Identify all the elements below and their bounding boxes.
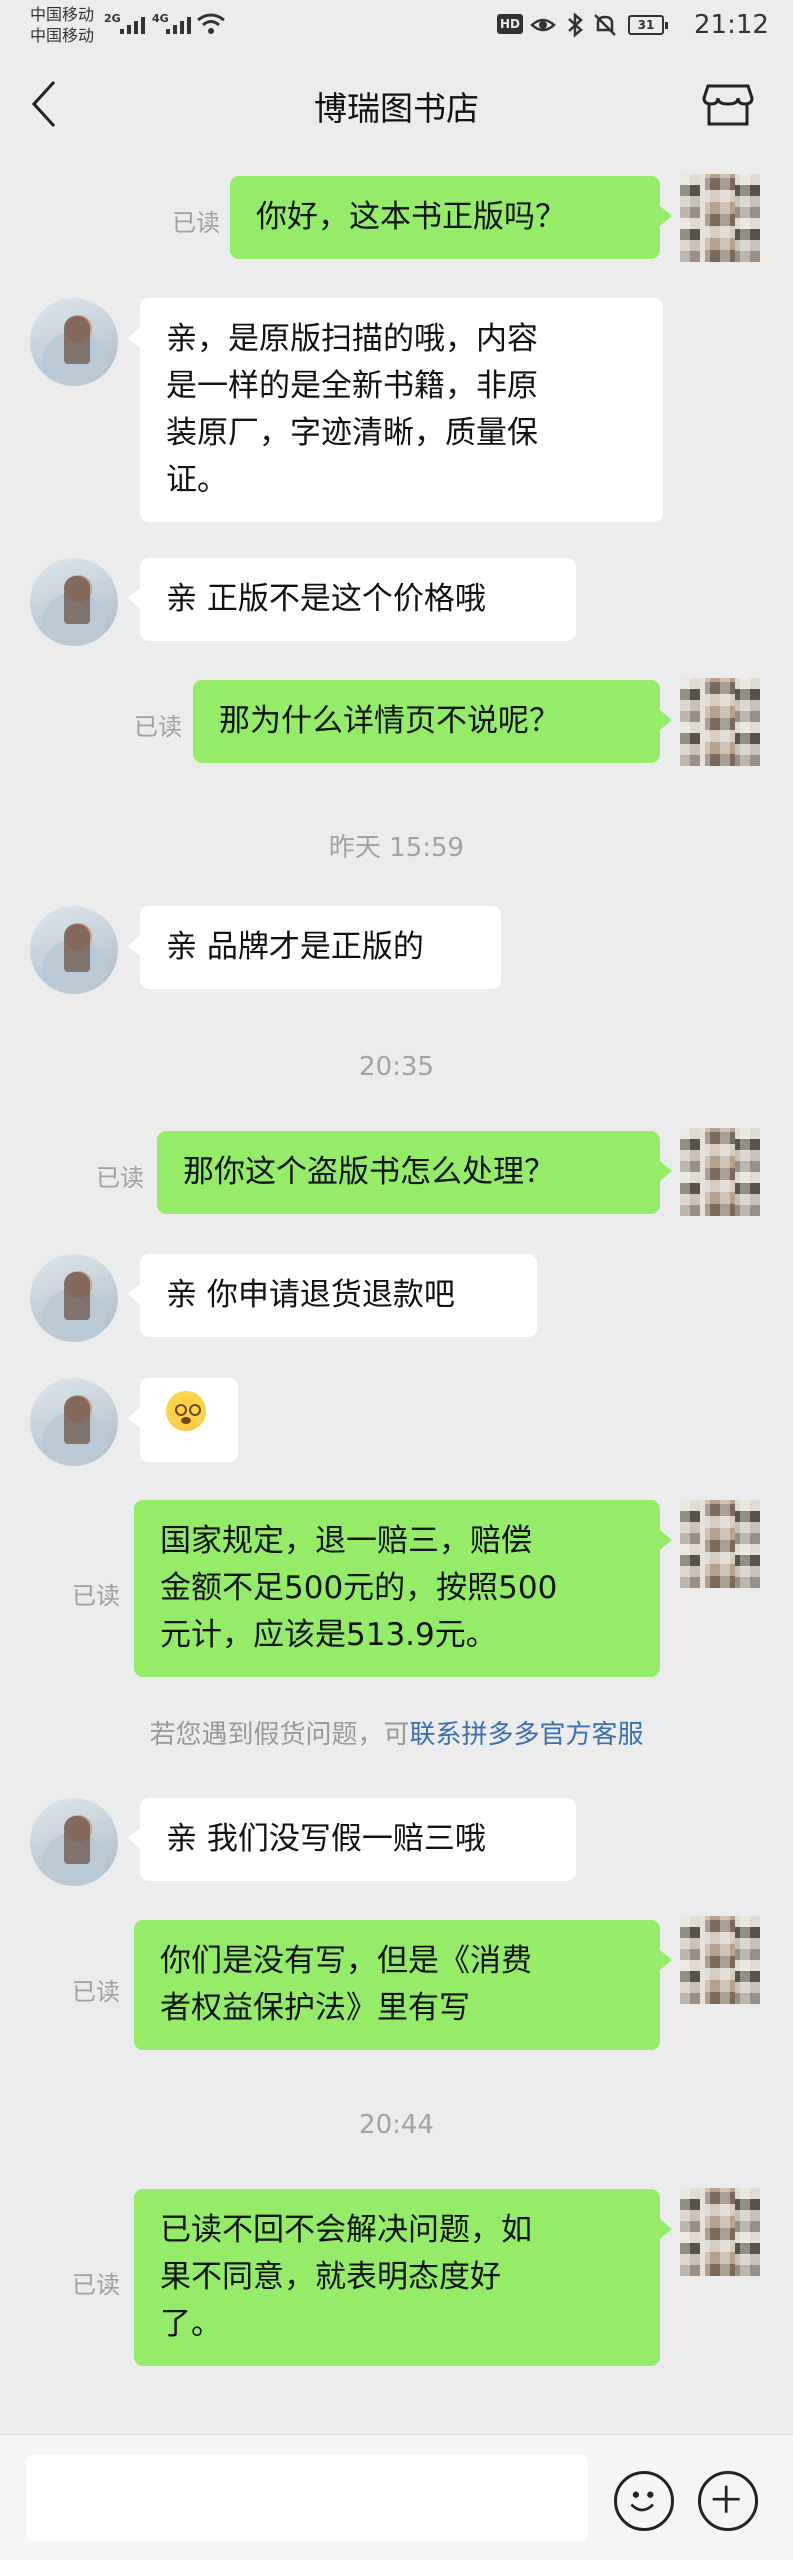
message-text: 国家规定，退一赔三，赔偿	[160, 1523, 532, 1559]
message-text: 证。	[166, 462, 228, 498]
message-text: 果不同意，就表明态度好	[160, 2259, 501, 2295]
carrier-1: 中国移动	[30, 5, 95, 24]
carrier-labels: 中国移动 中国移动	[30, 4, 94, 46]
message-text: 金额不足500元的，按照500	[160, 1570, 558, 1606]
signal-icon-1	[120, 16, 145, 34]
shop-avatar[interactable]	[30, 558, 118, 646]
incoming-message[interactable]: 亲 品牌才是正版的	[128, 906, 501, 989]
read-receipt: 已读	[72, 1582, 120, 1610]
bluetooth-icon	[568, 12, 583, 38]
input-bar	[0, 2434, 793, 2560]
wifi-icon	[197, 13, 225, 34]
outgoing-message[interactable]: 你好，这本书正版吗？	[230, 176, 672, 259]
read-receipt: 已读	[172, 209, 220, 237]
message-text: 是一样的是全新书籍，非原	[166, 368, 538, 404]
shop-avatar[interactable]	[30, 906, 118, 994]
my-avatar[interactable]	[680, 174, 760, 262]
read-receipt: 已读	[72, 2271, 120, 2299]
incoming-message[interactable]: 亲 我们没写假一赔三哦	[128, 1798, 576, 1881]
incoming-message[interactable]: 亲 你申请退货退款吧	[128, 1254, 537, 1337]
message-text: 装原厂，字迹清晰，质量保	[166, 415, 538, 451]
counterfeit-notice: 若您遇到假货问题，可联系拼多多官方客服	[0, 1714, 793, 1751]
message-input[interactable]	[26, 2455, 588, 2541]
message-text: 已读不回不会解决问题，如	[160, 2212, 532, 2248]
status-bar: 中国移动 中国移动 2G 4G HD 31 21:12	[0, 0, 793, 54]
outgoing-message[interactable]: 那为什么详情页不说呢？	[193, 680, 672, 763]
flushed-face-emoji	[166, 1391, 206, 1431]
status-time: 21:12	[694, 10, 769, 40]
my-avatar[interactable]	[680, 1500, 760, 1588]
carrier-2: 中国移动	[30, 26, 95, 45]
emoji-icon[interactable]	[614, 2471, 674, 2531]
my-avatar[interactable]	[680, 2188, 760, 2276]
message-text: 亲，是原版扫描的哦，内容	[166, 321, 538, 357]
message-text: 元计，应该是513.9元。	[160, 1617, 497, 1653]
notice-text: 若您遇到假货问题，可	[149, 1720, 410, 1750]
eye-comfort-icon	[530, 18, 556, 32]
my-avatar[interactable]	[680, 678, 760, 766]
signal-icon-2	[166, 16, 191, 34]
network-type-1: 2G	[104, 12, 121, 25]
read-receipt: 已读	[134, 713, 182, 741]
chat-area[interactable]: 已读 你好，这本书正版吗？ 亲，是原版扫描的哦，内容 是一样的是全新书籍，非原 …	[0, 154, 793, 2434]
my-avatar[interactable]	[680, 1916, 760, 2004]
official-support-link[interactable]: 联系拼多多官方客服	[410, 1720, 644, 1750]
outgoing-message[interactable]: 国家规定，退一赔三，赔偿 金额不足500元的，按照500 元计，应该是513.9…	[134, 1500, 672, 1677]
shop-avatar[interactable]	[30, 1254, 118, 1342]
store-icon[interactable]	[700, 76, 756, 132]
message-text: 亲 品牌才是正版的	[166, 929, 424, 965]
hd-badge: HD	[497, 14, 523, 34]
page-title: 博瑞图书店	[314, 89, 479, 128]
message-text: 那为什么详情页不说呢？	[219, 703, 560, 739]
shop-avatar[interactable]	[30, 1798, 118, 1886]
message-text: 亲 正版不是这个价格哦	[166, 581, 486, 617]
timestamp: 20:44	[359, 2110, 434, 2140]
incoming-message[interactable]: 亲 正版不是这个价格哦	[128, 558, 576, 641]
timestamp: 20:35	[359, 1052, 434, 1082]
message-text: 了。	[160, 2306, 222, 2342]
message-text: 你们是没有写，但是《消费	[160, 1943, 532, 1979]
message-text: 你好，这本书正版吗？	[256, 199, 566, 235]
incoming-message[interactable]: 亲，是原版扫描的哦，内容 是一样的是全新书籍，非原 装原厂，字迹清晰，质量保 证…	[128, 298, 663, 522]
shop-avatar[interactable]	[30, 298, 118, 386]
outgoing-message[interactable]: 已读不回不会解决问题，如 果不同意，就表明态度好 了。	[134, 2189, 672, 2366]
plus-icon[interactable]	[698, 2471, 758, 2531]
timestamp: 昨天 15:59	[328, 833, 465, 863]
read-receipt: 已读	[96, 1164, 144, 1192]
message-text: 那你这个盗版书怎么处理？	[183, 1154, 555, 1190]
my-avatar[interactable]	[680, 1128, 760, 1216]
read-receipt: 已读	[72, 1978, 120, 2006]
outgoing-message[interactable]: 那你这个盗版书怎么处理？	[157, 1131, 672, 1214]
mute-bell-icon	[594, 14, 616, 36]
message-text: 亲 我们没写假一赔三哦	[166, 1821, 486, 1857]
message-text: 亲 你申请退货退款吧	[166, 1277, 455, 1313]
battery-indicator: 31	[628, 15, 668, 35]
message-text: 者权益保护法》里有写	[160, 1990, 470, 2026]
chat-header: 博瑞图书店	[0, 54, 793, 154]
outgoing-message[interactable]: 你们是没有写，但是《消费 者权益保护法》里有写	[134, 1920, 672, 2050]
shop-avatar[interactable]	[30, 1378, 118, 1466]
